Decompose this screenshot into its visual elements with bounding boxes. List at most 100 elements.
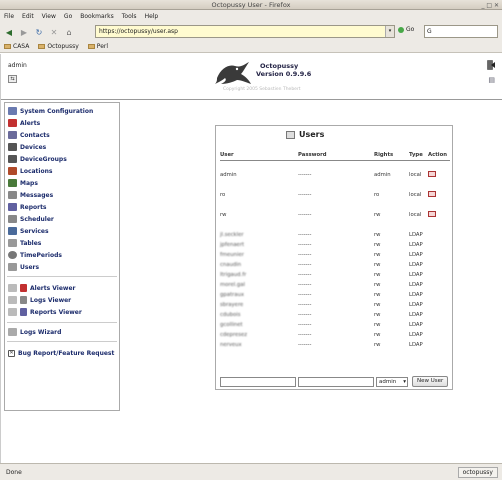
column-password[interactable]: Password — [298, 150, 374, 161]
table-row: fmeunier ------- rw LDAP — [220, 250, 450, 260]
device-icon — [8, 143, 17, 151]
menu-edit[interactable]: Edit — [22, 13, 34, 20]
cell-user[interactable]: cdepresez — [220, 330, 298, 340]
table-header-row: User Password Rights Type Action — [220, 150, 450, 161]
cell-user[interactable]: admin — [220, 170, 298, 180]
cell-user[interactable]: gcollinet — [220, 320, 298, 330]
sidebar-item-system-configuration[interactable]: System Configuration — [8, 106, 93, 116]
help-icon[interactable]: ▤ — [488, 76, 495, 84]
menu-file[interactable]: File — [4, 13, 14, 20]
menu-bookmarks[interactable]: Bookmarks — [80, 13, 114, 20]
cell-user[interactable]: rw — [220, 210, 298, 220]
cell-user[interactable]: cnaudin — [220, 260, 298, 270]
delete-user-icon[interactable] — [428, 171, 436, 177]
cell-user[interactable]: gpatraux — [220, 290, 298, 300]
sidebar-item-label: Services — [20, 227, 49, 235]
new-username-input[interactable] — [220, 376, 296, 387]
bookmark-casa[interactable]: CASA — [4, 43, 29, 50]
cell-rights: rw — [374, 272, 381, 278]
sidebar-item-reports-viewer[interactable]: Reports Viewer — [8, 307, 82, 317]
cell-type: local — [409, 172, 422, 178]
table-row: nerveux ------- rw LDAP — [220, 340, 450, 350]
sidebar-item-alerts[interactable]: Alerts — [8, 118, 40, 128]
menu-help[interactable]: Help — [145, 13, 159, 20]
back-icon[interactable]: ◀ — [3, 26, 15, 38]
delete-user-icon[interactable] — [428, 211, 436, 217]
forward-icon[interactable]: ▶ — [18, 26, 30, 38]
sidebar-item-label: Alerts — [20, 119, 41, 127]
reload-icon[interactable]: ↻ — [33, 26, 45, 38]
sidebar-item-contacts[interactable]: Contacts — [8, 130, 50, 140]
cell-user[interactable]: ro — [220, 190, 298, 200]
column-user[interactable]: User — [220, 150, 298, 161]
sidebar-item-maps[interactable]: Maps — [8, 178, 38, 188]
go-button[interactable]: Go — [398, 26, 414, 33]
sidebar-item-locations[interactable]: Locations — [8, 166, 52, 176]
logout-icon[interactable] — [487, 60, 495, 70]
bug-icon: ✕ — [8, 349, 15, 357]
sidebar-item-alerts-viewer[interactable]: Alerts Viewer — [8, 283, 76, 293]
lock-icon — [8, 308, 17, 316]
cell-user[interactable]: morel.gal — [220, 280, 298, 290]
device-group-icon — [8, 155, 17, 163]
sidebar-item-label: Alerts Viewer — [30, 284, 76, 292]
search-placeholder: G — [427, 28, 432, 35]
sidebar-divider — [7, 341, 117, 342]
new-user-button[interactable]: New User — [412, 376, 449, 387]
delete-user-icon[interactable] — [428, 191, 436, 197]
sidebar-item-messages[interactable]: Messages — [8, 190, 53, 200]
cell-user[interactable]: ltrigaud.fr — [220, 270, 298, 280]
sidebar-item-timeperiods[interactable]: TimePeriods — [8, 250, 62, 260]
cell-user[interactable]: jpfenaert — [220, 240, 298, 250]
cell-user[interactable]: sbrayere — [220, 300, 298, 310]
column-type[interactable]: Type — [409, 150, 428, 161]
cell-password: ------- — [298, 332, 312, 338]
new-password-input[interactable] — [298, 376, 374, 387]
sidebar: System Configuration Alerts Contacts Dev… — [4, 102, 120, 411]
sidebar-item-logs-viewer[interactable]: Logs Viewer — [8, 295, 71, 305]
bookmark-perl[interactable]: Perl — [87, 43, 109, 50]
bookmark-label: Perl — [96, 43, 109, 50]
sidebar-item-label: TimePeriods — [20, 251, 62, 259]
sidebar-item-bug-report[interactable]: ✕ Bug Report/Feature Request — [8, 348, 114, 358]
sidebar-item-logs-wizard[interactable]: Logs Wizard — [8, 327, 61, 337]
url-dropdown-icon[interactable]: ▾ — [385, 26, 394, 37]
table-row: ro ------- ro local — [220, 190, 450, 200]
cell-user[interactable]: cdubois — [220, 310, 298, 320]
wizard-icon — [8, 328, 17, 336]
user-prefs-icon[interactable]: ⇆ — [8, 75, 17, 83]
panel-title: Users — [286, 130, 324, 139]
app-header: admin ⇆ Octopussy Version 0.9.9.6 Copyri… — [1, 54, 502, 100]
menu-view[interactable]: View — [42, 13, 56, 20]
sidebar-item-label: Bug Report/Feature Request — [18, 349, 115, 357]
sidebar-item-services[interactable]: Services — [8, 226, 49, 236]
column-rights[interactable]: Rights — [374, 150, 409, 161]
sidebar-item-reports[interactable]: Reports — [8, 202, 47, 212]
search-input[interactable]: G — [424, 25, 498, 38]
sidebar-item-scheduler[interactable]: Scheduler — [8, 214, 54, 224]
spacer-row — [220, 180, 450, 190]
stop-icon[interactable]: ✕ — [48, 26, 60, 38]
cell-password: ------- — [298, 192, 312, 198]
panel-title-text: Users — [299, 130, 325, 139]
bookmark-octopussy[interactable]: Octopussy — [38, 43, 79, 50]
sidebar-item-tables[interactable]: Tables — [8, 238, 41, 248]
sidebar-item-devices[interactable]: Devices — [8, 142, 46, 152]
users-icon — [286, 130, 295, 139]
sidebar-item-users[interactable]: Users — [8, 262, 39, 272]
cell-password: ------- — [298, 322, 312, 328]
cell-type: LDAP — [409, 302, 423, 308]
rights-select[interactable]: admin — [376, 376, 408, 387]
cell-password: ------- — [298, 282, 312, 288]
url-bar[interactable]: https://octopussy/user.asp ▾ — [95, 25, 395, 38]
sidebar-item-devicegroups[interactable]: DeviceGroups — [8, 154, 67, 164]
cell-rights: admin — [374, 172, 391, 178]
cell-user[interactable]: jl.seckler — [220, 230, 298, 240]
menu-tools[interactable]: Tools — [122, 13, 137, 20]
cell-user[interactable]: fmeunier — [220, 250, 298, 260]
home-icon[interactable]: ⌂ — [63, 26, 75, 38]
cell-user[interactable]: nerveux — [220, 340, 298, 350]
column-action: Action — [428, 150, 450, 161]
page-content: admin ⇆ Octopussy Version 0.9.9.6 Copyri… — [0, 54, 502, 463]
menu-go[interactable]: Go — [64, 13, 72, 20]
